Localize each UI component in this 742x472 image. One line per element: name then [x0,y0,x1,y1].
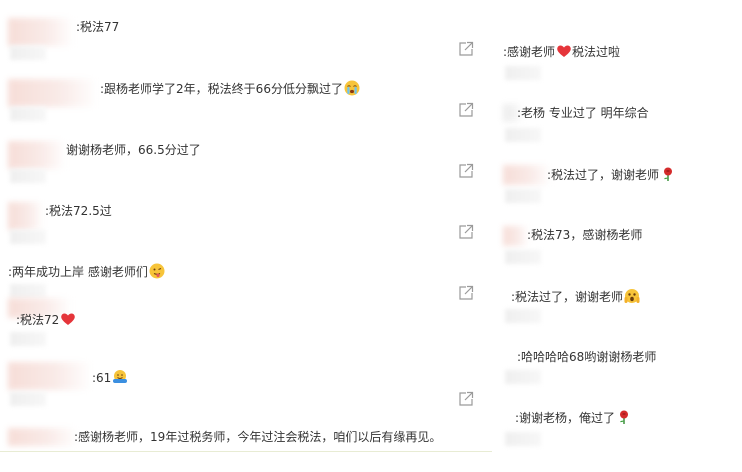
tongue-face-icon [149,263,165,279]
blurred-username [10,332,46,346]
blurred-username [505,189,541,203]
blurred-username [10,392,46,406]
hugging-face-icon [113,370,128,383]
comment-text: :61 [92,369,128,386]
rose-icon [620,410,629,424]
share-external-icon[interactable] [457,101,475,119]
blurred-username [505,66,541,80]
blurred-avatar [503,226,529,246]
scream-face-icon [624,289,640,303]
comment-item: :税法77 [8,18,448,62]
comment-item: :感谢老师 税法过啦 [503,42,733,86]
comment-text: :老杨 专业过了 明年综合 [517,106,649,120]
comment-text: :感谢老师 税法过啦 [503,43,620,60]
share-external-icon[interactable] [457,390,475,408]
comment-item: :哈哈哈哈68哟谢谢杨老师 [503,348,733,392]
comment-item: :税法过了，谢谢老师 [503,165,733,209]
blurred-username [10,107,46,121]
comment-item: :税法72.5过 [8,202,448,246]
comment-text-content: :跟杨老师学了2年，税法终于66分低分飘过了 [100,82,343,96]
blurred-avatar [8,202,44,230]
comment-text: :感谢杨老师，19年过税务师，今年过注会税法，咱们以后有缘再见。 [74,430,442,444]
comment-text: :税法过了，谢谢老师 [547,166,676,183]
comment-item: :老杨 专业过了 明年综合 [503,104,733,148]
comment-text: :税法过了，谢谢老师 [511,288,640,305]
comment-text-content: :两年成功上岸 感谢老师们 [8,265,148,279]
rose-icon [664,167,673,181]
blurred-username [505,309,541,323]
comment-item: 谢谢杨老师，66.5分过了 [8,141,448,185]
comment-text: :税法72.5过 [45,204,112,218]
comment-text-content: 税法过啦 [572,45,621,59]
comment-text-content: :税法过了，谢谢老师 [547,168,660,182]
red-heart-icon [557,45,571,57]
comment-item: :61 [8,362,448,406]
comment-item: :感谢杨老师，19年过税务师，今年过注会税法，咱们以后有缘再见。 [8,428,448,472]
blurred-username [10,46,46,60]
blurred-username [10,169,46,183]
comment-text-content: :谢谢老杨，俺过了 [515,411,616,425]
comment-text: :税法72 [16,311,76,328]
bottom-divider [0,451,492,452]
comment-text: :跟杨老师学了2年，税法终于66分低分飘过了 [100,80,360,97]
crying-face-icon [344,80,360,96]
comment-text: :谢谢老杨，俺过了 [515,409,632,426]
blurred-avatar [8,18,74,46]
blurred-avatar [8,141,66,169]
share-external-icon[interactable] [457,223,475,241]
share-external-icon[interactable] [457,284,475,302]
share-external-icon[interactable] [457,162,475,180]
red-heart-icon [61,313,76,325]
blurred-avatar [503,165,551,185]
blurred-avatar [8,428,78,446]
blurred-username [505,432,541,446]
comment-text: :两年成功上岸 感谢老师们 [8,263,165,280]
share-external-icon[interactable] [457,40,475,58]
comment-text: :税法77 [76,20,120,34]
blurred-username [10,230,46,244]
comment-text: :税法73，感谢杨老师 [527,228,643,242]
comment-text: 谢谢杨老师，66.5分过了 [66,143,201,157]
blurred-avatar [8,362,92,390]
comment-text-content: :税法过了，谢谢老师 [511,290,624,304]
comment-text-content: :61 [92,371,112,385]
blurred-avatar [8,79,98,107]
blurred-username [10,284,46,298]
comment-text-content: :感谢老师 [503,45,556,59]
blurred-username [505,370,541,384]
comment-text: :哈哈哈哈68哟谢谢杨老师 [517,350,657,364]
comment-item: :税法过了，谢谢老师 [503,287,733,331]
comment-item: :跟杨老师学了2年，税法终于66分低分飘过了 [8,79,448,123]
comment-item: :税法73，感谢杨老师 [503,226,733,270]
blurred-username [505,250,541,264]
blurred-username [505,128,541,142]
comment-text-content: :税法72 [16,313,60,327]
comment-item: :税法72 [8,298,448,346]
comment-item: :谢谢老杨，俺过了 [503,408,733,452]
